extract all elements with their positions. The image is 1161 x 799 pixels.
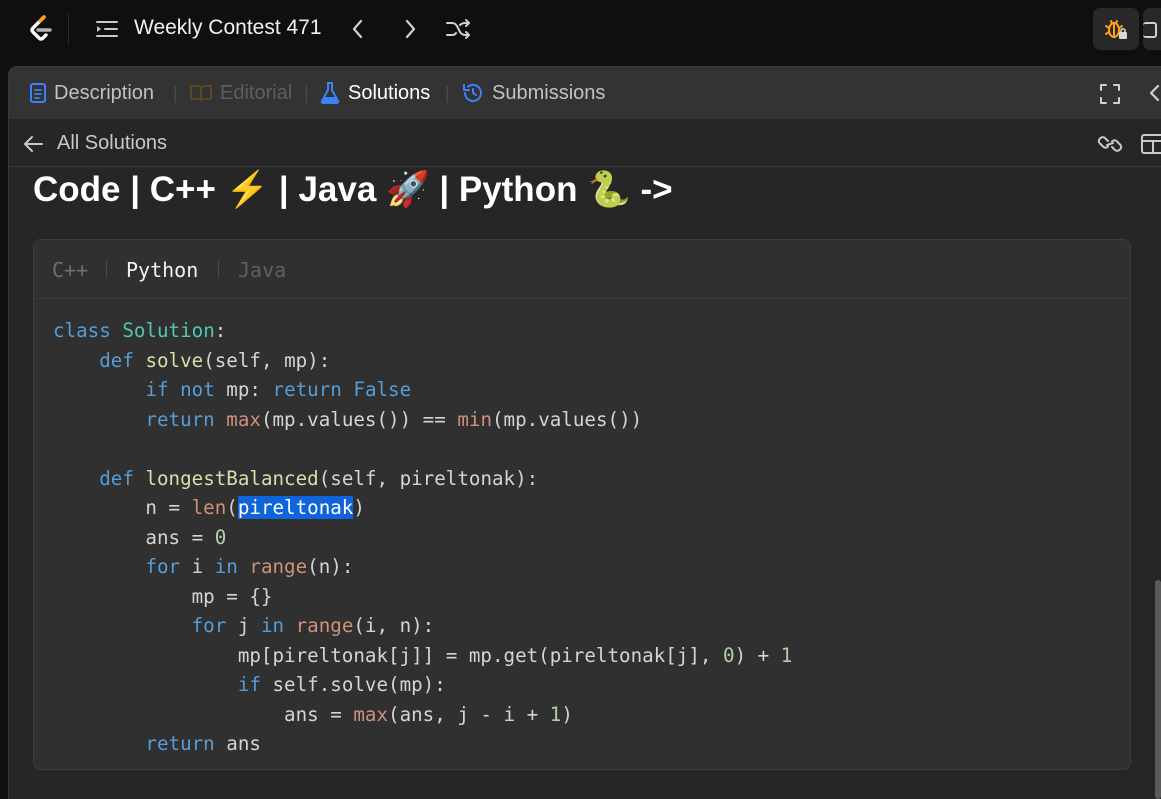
lang-tab-java[interactable]: Java [238, 258, 286, 282]
tab-bar: Description | Editorial | Solutions | Su… [9, 67, 1161, 119]
code-line: ans = max(ans, j - i + 1) [53, 702, 573, 726]
tab-separator: | [173, 83, 178, 103]
tab-description[interactable]: Description [29, 80, 154, 106]
debug-button[interactable] [1093, 8, 1139, 50]
code-line: if not mp: return False [145, 378, 412, 401]
tab-separator: | [445, 83, 450, 103]
collapse-panel-icon[interactable] [1144, 81, 1161, 105]
problem-list-icon[interactable] [95, 19, 119, 39]
code-line: if self.solve(mp): [237, 673, 446, 696]
flask-icon [320, 82, 340, 104]
code-line: def solve(self, mp): [99, 348, 331, 372]
code-line: for j in range(i, n): [191, 614, 435, 637]
lang-tab-python[interactable]: Python [126, 258, 198, 282]
tab-solutions[interactable]: Solutions [319, 80, 430, 106]
code-line: mp[pireltonak[j]] = mp.get(pireltonak[j]… [53, 643, 793, 667]
code-line: mp = {} [53, 584, 273, 608]
contest-title[interactable]: Weekly Contest 471 [134, 16, 322, 40]
history-icon [463, 83, 482, 102]
language-tabs: C++ Python Java [34, 240, 1130, 299]
tab-submissions[interactable]: Submissions [461, 80, 605, 106]
panel-layout-button[interactable] [1143, 8, 1161, 50]
lang-divider [106, 260, 107, 278]
code-line: ans = 0 [53, 525, 227, 549]
tab-submissions-label: Submissions [492, 81, 606, 104]
code-line: n = len(pireltonak) [53, 496, 365, 519]
solutions-panel: Description | Editorial | Solutions | Su… [8, 66, 1161, 799]
tab-editorial[interactable]: Editorial [189, 80, 292, 106]
top-navbar: Weekly Contest 471 [0, 0, 1161, 58]
lang-divider [218, 260, 219, 278]
code-line: class Solution: [53, 319, 227, 342]
chevron-left-icon[interactable] [346, 17, 370, 41]
code-block: C++ Python Java class Solution: def solv… [33, 239, 1131, 770]
tab-separator: | [304, 83, 309, 103]
page-scrollbar[interactable] [1155, 580, 1161, 799]
panel-icon [1143, 22, 1157, 38]
navbar-divider [68, 14, 69, 44]
code-line: return ans [145, 732, 261, 755]
code-content[interactable]: class Solution: def solve(self, mp): if … [53, 316, 792, 759]
chevron-right-icon[interactable] [398, 17, 422, 41]
code-line: def longestBalanced(self, pireltonak): [99, 466, 539, 490]
tab-solutions-label: Solutions [348, 81, 431, 104]
all-solutions-link[interactable]: All Solutions [57, 132, 167, 155]
code-line: for i in range(n): [145, 555, 354, 578]
fullscreen-icon[interactable] [1099, 83, 1121, 105]
description-icon [30, 83, 46, 103]
arrow-left-icon[interactable] [22, 133, 44, 155]
solution-heading: Code | C++ ⚡ | Java 🚀 | Python 🐍 -> [33, 170, 673, 209]
shuffle-icon[interactable] [445, 17, 471, 41]
tab-description-label: Description [54, 81, 155, 104]
tab-editorial-label: Editorial [220, 81, 293, 104]
debug-icon [1105, 20, 1127, 39]
book-icon [190, 85, 212, 102]
split-view-icon[interactable] [1140, 133, 1161, 155]
leetcode-logo[interactable] [24, 12, 58, 46]
code-line: return max(mp.values()) == min(mp.values… [145, 407, 643, 431]
link-icon[interactable] [1096, 132, 1124, 156]
solution-toolbar: All Solutions [9, 119, 1161, 167]
lang-tab-cpp[interactable]: C++ [52, 258, 88, 282]
